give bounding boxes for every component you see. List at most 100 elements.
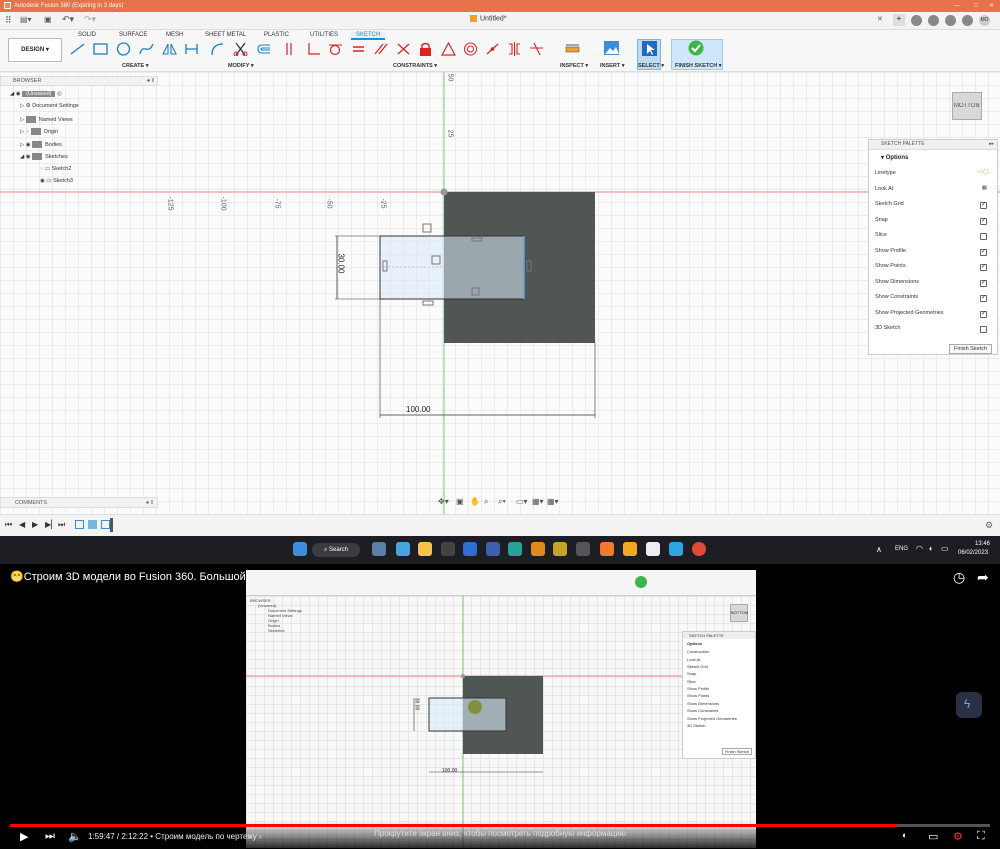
- browser-item-origin[interactable]: ▷ ◌ Origin: [20, 128, 58, 135]
- video-time-chapter[interactable]: 1:59:47 / 2:12:22 • Строим модель по чер…: [88, 832, 262, 841]
- zoom-window-icon[interactable]: ⌕▾: [498, 497, 506, 507]
- timeline-extrude-feature-icon[interactable]: [88, 520, 97, 529]
- edge-browser-icon[interactable]: [508, 542, 522, 556]
- show-constraints-checkbox[interactable]: [980, 294, 987, 302]
- timeline-settings-gear-icon[interactable]: ⚙: [985, 520, 993, 531]
- midpoint-constraint-icon[interactable]: [485, 42, 500, 56]
- rectangle-tool-icon[interactable]: [93, 42, 108, 56]
- visibility-eye-icon[interactable]: ◉: [16, 91, 21, 97]
- settings-app-icon[interactable]: [396, 542, 410, 556]
- user-avatar[interactable]: MO: [979, 15, 990, 26]
- coincident-constraint-icon[interactable]: [284, 42, 299, 56]
- extensions-icon[interactable]: [911, 15, 922, 26]
- trim-tool-icon[interactable]: [233, 42, 248, 56]
- tab-sketch[interactable]: SKETCH: [351, 32, 386, 40]
- browser-item-named-views[interactable]: ▷ Named Views: [20, 116, 73, 123]
- timeline-prev-icon[interactable]: ◀: [19, 520, 25, 529]
- browser-item-document-settings[interactable]: ▷ ⚙ Document Settings: [20, 103, 79, 109]
- app-icon[interactable]: [576, 542, 590, 556]
- settings-hd-icon[interactable]: ⚙: [953, 830, 963, 843]
- new-tab-button[interactable]: +: [893, 14, 905, 26]
- show-dimensions-checkbox[interactable]: [980, 279, 987, 287]
- show-projected-checkbox[interactable]: [980, 310, 987, 318]
- close-tab-icon[interactable]: ✕: [877, 15, 883, 23]
- spline-tool-icon[interactable]: [139, 42, 154, 56]
- file-explorer-icon[interactable]: [418, 542, 432, 556]
- snap-checkbox[interactable]: [980, 217, 987, 225]
- notes-app-icon[interactable]: [463, 542, 477, 556]
- tray-expand-icon[interactable]: ∧: [876, 545, 882, 554]
- triangle-constraint-icon[interactable]: [441, 42, 456, 56]
- next-video-button[interactable]: ⏭: [45, 830, 55, 843]
- data-panel-grid-icon[interactable]: ⠿: [5, 15, 12, 26]
- palette-header[interactable]: SKETCH PALETTE ▸▸: [869, 140, 997, 150]
- modify-menu[interactable]: MODIFY ▾: [228, 63, 254, 69]
- look-at-nav-icon[interactable]: ▣: [456, 497, 464, 506]
- parallel-constraint-icon[interactable]: [373, 42, 388, 56]
- watch-later-icon[interactable]: ◷: [953, 569, 965, 586]
- browser-root[interactable]: ◢ ◉ (Unsaved) ◎: [10, 91, 62, 97]
- perpendicular-constraint-icon[interactable]: [306, 42, 321, 56]
- browser-item-sketch2[interactable]: ◌ ▭ Sketch2: [40, 166, 71, 172]
- file-menu-icon[interactable]: ▤▾: [20, 15, 32, 24]
- app-icon[interactable]: [646, 542, 660, 556]
- wifi-icon[interactable]: ◠: [916, 544, 923, 553]
- windows-start-icon[interactable]: [293, 542, 307, 556]
- fillet-tool-icon[interactable]: [210, 42, 225, 56]
- browser-item-sketch3[interactable]: ◉ ▭ Sketch3: [40, 178, 73, 184]
- line-tool-icon[interactable]: [70, 42, 85, 56]
- insert-menu[interactable]: INSERT ▾: [600, 63, 624, 69]
- browser-item-bodies[interactable]: ▷ ◉ Bodies: [20, 141, 62, 148]
- zoom-icon[interactable]: ⌕: [484, 497, 488, 507]
- constraints-menu[interactable]: CONSTRAINTS ▾: [393, 63, 437, 69]
- width-dimension-text[interactable]: 100.00: [406, 405, 430, 414]
- concentric-constraint-icon[interactable]: [463, 42, 478, 56]
- pan-icon[interactable]: ✋: [470, 497, 480, 506]
- timeline-play-icon[interactable]: ▶: [32, 520, 38, 529]
- slice-checkbox[interactable]: [980, 233, 987, 240]
- video-title[interactable]: 😁Строим 3D модели во Fusion 360. Большой…: [10, 570, 271, 583]
- viewports-icon[interactable]: ▦▾: [547, 497, 559, 506]
- tab-mesh[interactable]: MESH: [166, 32, 183, 38]
- view-cube[interactable]: BOTTOM: [952, 92, 982, 120]
- equal-constraint-icon[interactable]: [351, 42, 366, 56]
- autoplay-toggle[interactable]: ◐: [902, 830, 907, 840]
- tab-sheet-metal[interactable]: SHEET METAL: [205, 32, 246, 38]
- show-points-checkbox[interactable]: [980, 263, 987, 271]
- palette-expand-icon[interactable]: ▸▸: [989, 140, 994, 149]
- timeline-sketch-feature-icon[interactable]: [75, 520, 84, 529]
- volume-button[interactable]: 🔈: [68, 830, 82, 843]
- job-status-icon[interactable]: [928, 15, 939, 26]
- mirror-tool-icon[interactable]: [162, 42, 177, 56]
- clock-date[interactable]: 06/02/2023: [958, 550, 988, 556]
- fusion-taskbar-icon[interactable]: [600, 542, 614, 556]
- 3d-sketch-checkbox[interactable]: [980, 326, 987, 333]
- share-icon[interactable]: ➦: [977, 569, 989, 586]
- linetype-toggle-icon[interactable]: ◁ ◯: [977, 169, 989, 175]
- tab-surface[interactable]: SURFACE: [119, 32, 147, 38]
- task-view-icon[interactable]: [372, 542, 386, 556]
- show-profile-checkbox[interactable]: [980, 248, 987, 256]
- create-menu[interactable]: CREATE ▾: [122, 63, 149, 69]
- battery-icon[interactable]: ▭: [941, 544, 949, 553]
- notifications-icon[interactable]: [945, 15, 956, 26]
- subtitles-icon[interactable]: ▭: [928, 830, 938, 843]
- save-icon[interactable]: ▣: [44, 15, 52, 24]
- video-progress-bar[interactable]: [10, 824, 990, 827]
- collinear-constraint-icon[interactable]: [396, 42, 411, 56]
- chrome-icon[interactable]: [692, 542, 706, 556]
- document-tab[interactable]: Untitled*: [470, 15, 506, 22]
- clock-time[interactable]: 13:46: [975, 541, 990, 547]
- app-icon[interactable]: [531, 542, 545, 556]
- insert-image-icon[interactable]: [603, 40, 620, 56]
- blender-icon[interactable]: [623, 542, 637, 556]
- minimize-button[interactable]: —: [954, 0, 960, 12]
- finish-sketch-check-icon[interactable]: [688, 40, 704, 56]
- app-icon[interactable]: [553, 542, 567, 556]
- comments-pin-icon[interactable]: ● ‖: [146, 498, 153, 508]
- options-section[interactable]: ▾ Options: [869, 150, 997, 166]
- undo-icon[interactable]: ↶▾: [62, 14, 74, 25]
- finish-sketch-menu[interactable]: FINISH SKETCH ▾: [675, 63, 721, 69]
- taskbar-search[interactable]: ⌕ Search: [312, 543, 360, 557]
- palette-finish-sketch-button[interactable]: Finish Sketch: [949, 344, 992, 354]
